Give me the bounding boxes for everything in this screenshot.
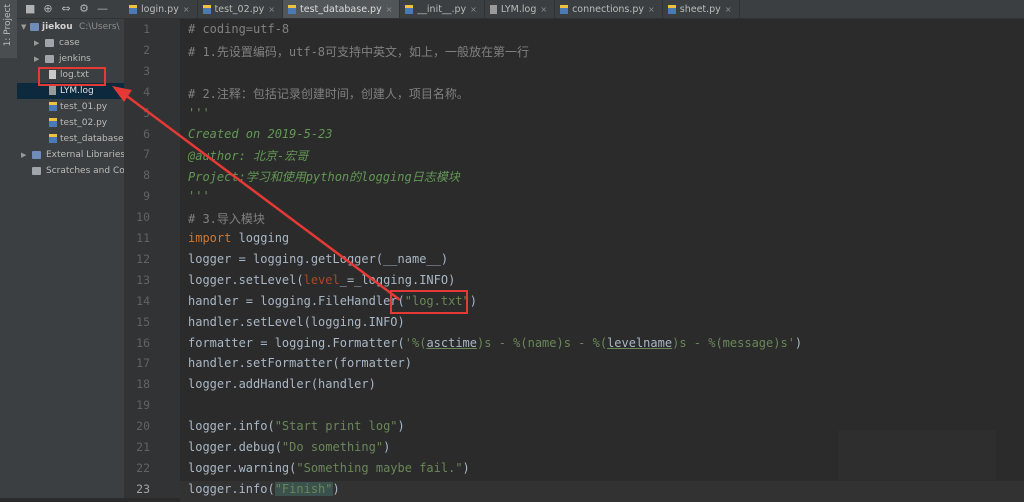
annotation-arrow-line xyxy=(123,92,401,302)
annotation-arrow xyxy=(112,86,401,302)
annotation-arrow-head xyxy=(112,86,132,102)
